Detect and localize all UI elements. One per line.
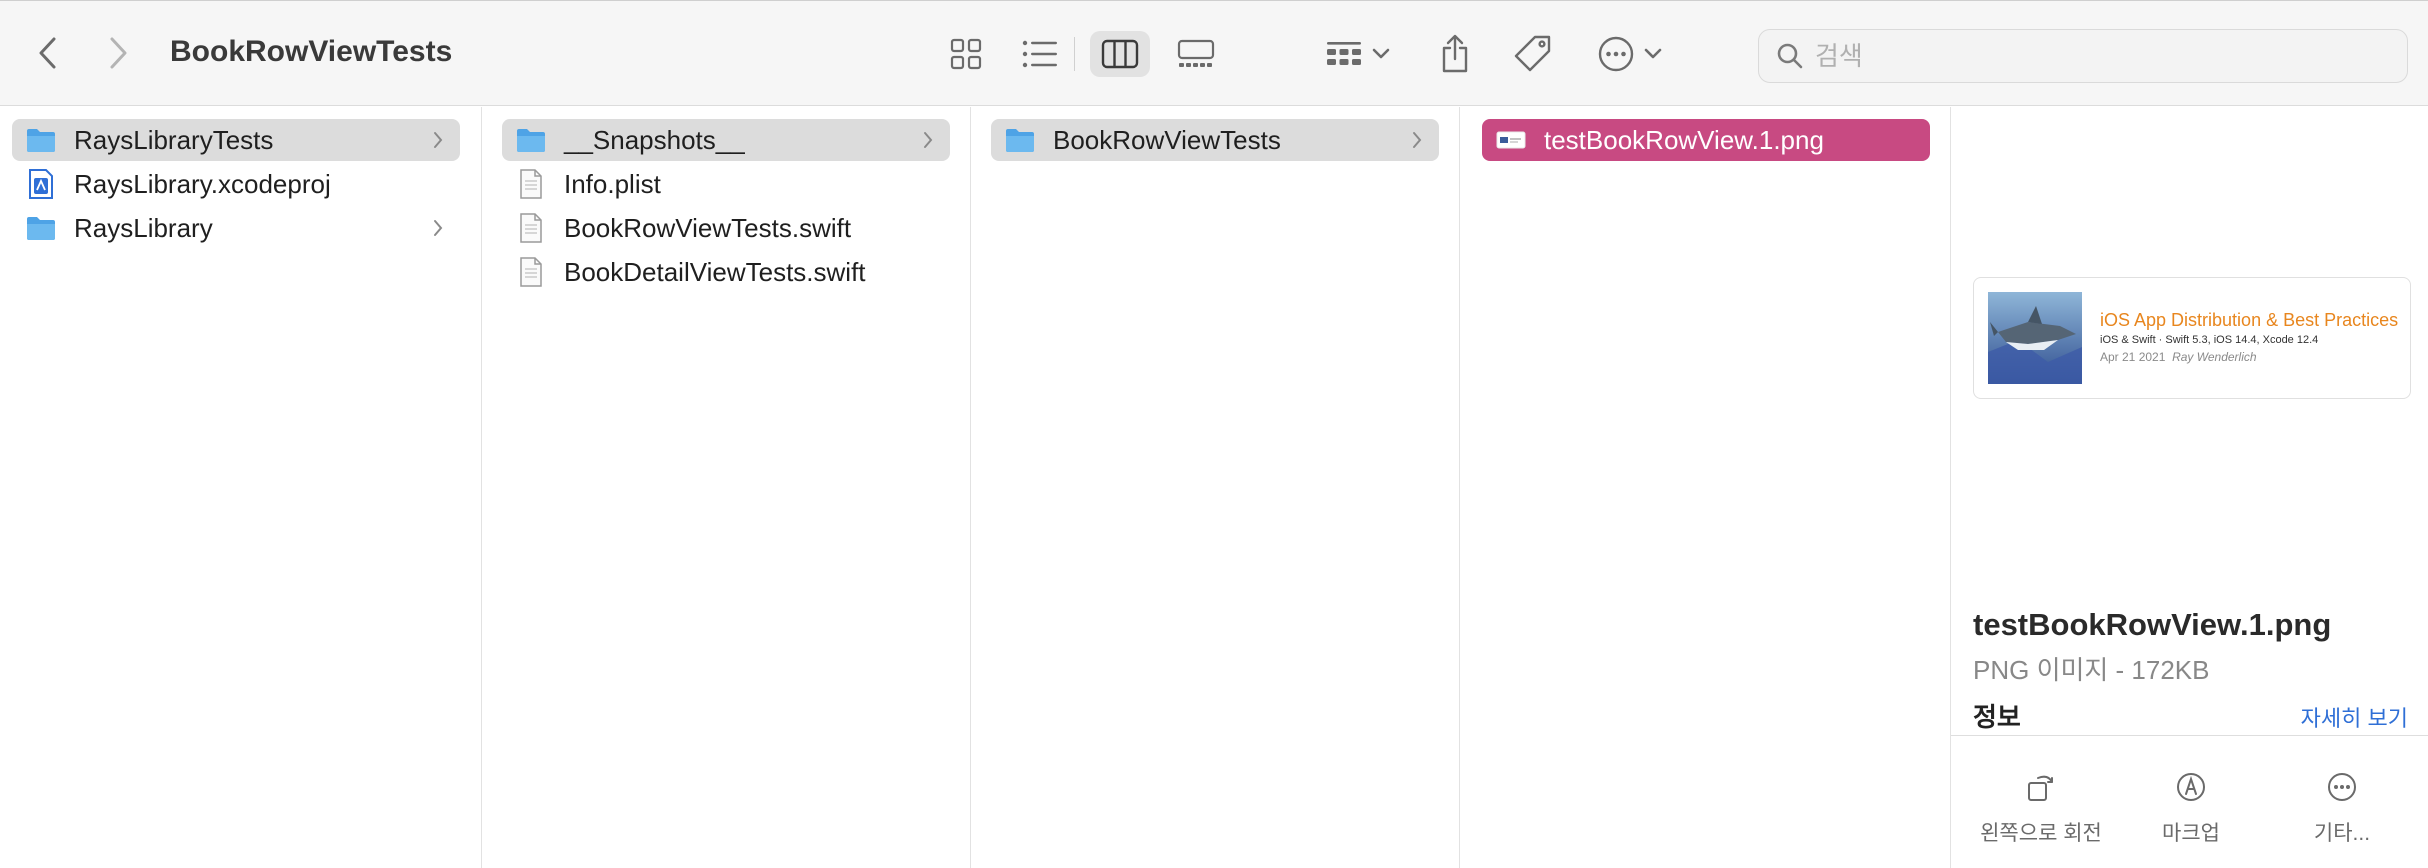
finder-window: BookRowViewTests 검색 RaysLibraryTests Ray… — [0, 0, 2428, 868]
shark-artwork-icon — [1988, 292, 2082, 384]
share-button[interactable] — [1430, 29, 1480, 79]
swift-file-icon — [514, 255, 548, 289]
group-icon — [1327, 42, 1361, 65]
list-item-file[interactable]: RaysLibrary.xcodeproj — [12, 163, 460, 205]
share-icon — [1442, 34, 1468, 73]
back-button[interactable] — [26, 31, 70, 75]
forward-button[interactable] — [96, 31, 140, 75]
column-1: RaysLibraryTests RaysLibrary.xcodeproj R… — [0, 107, 482, 868]
folder-icon — [24, 211, 58, 245]
list-item-file[interactable]: Info.plist — [502, 163, 950, 205]
item-label: RaysLibraryTests — [74, 124, 274, 155]
list-item-file-selected[interactable]: testBookRowView.1.png — [1482, 119, 1930, 161]
list-item-folder[interactable]: RaysLibraryTests — [12, 119, 460, 161]
swift-file-icon — [514, 211, 548, 245]
thumbnail-subtitle: iOS & Swift · Swift 5.3, iOS 14.4, Xcode… — [2100, 334, 2319, 346]
ellipsis-circle-icon — [2267, 767, 2417, 807]
folder-icon — [514, 123, 548, 157]
list-item-file[interactable]: BookDetailViewTests.swift — [502, 251, 950, 293]
list-view-button[interactable] — [1010, 31, 1070, 77]
more-actions-button[interactable] — [1590, 31, 1670, 77]
chevron-left-icon — [39, 37, 56, 69]
chevron-down-icon — [1372, 48, 1390, 59]
item-label: BookRowViewTests.swift — [564, 212, 852, 243]
chevron-right-icon — [1407, 127, 1427, 153]
tag-icon — [1514, 35, 1551, 72]
item-label: Info.plist — [564, 168, 661, 199]
column-view-button[interactable] — [1090, 31, 1150, 77]
action-label: 기타... — [2313, 822, 2371, 845]
markup-icon — [2116, 767, 2266, 807]
column-4: testBookRowView.1.png — [1460, 107, 1951, 868]
column-2: __Snapshots__ Info.plist BookRowViewTest… — [482, 107, 971, 868]
plist-file-icon — [514, 167, 548, 201]
thumbnail-author: Ray Wenderlich — [2172, 350, 2257, 364]
item-label: BookRowViewTests — [1053, 124, 1281, 155]
thumbnail-meta: Apr 21 2021 Ray Wenderlich — [2100, 350, 2257, 364]
list-icon — [1022, 40, 1057, 68]
search-field[interactable] — [1758, 29, 2408, 83]
list-item-folder[interactable]: BookRowViewTests — [991, 119, 1439, 161]
image-thumbnail[interactable]: iOS App Distribution & Best Practices iO… — [1973, 277, 2411, 399]
icon-view-button[interactable] — [936, 31, 996, 77]
grid-icon — [950, 38, 982, 70]
rotate-left-button[interactable]: 왼쪽으로 회전 — [1966, 767, 2116, 847]
info-heading: 정보 — [1973, 702, 2021, 732]
item-label: testBookRowView.1.png — [1544, 124, 1824, 155]
chevron-right-icon — [428, 215, 448, 241]
chevron-down-icon — [1644, 48, 1662, 59]
item-label: BookDetailViewTests.swift — [564, 256, 866, 287]
gallery-view-button[interactable] — [1166, 31, 1226, 77]
chevron-right-icon — [918, 127, 938, 153]
toolbar: BookRowViewTests — [0, 0, 2428, 106]
action-label: 마크업 — [2162, 822, 2220, 845]
search-icon — [1773, 39, 1807, 73]
divider — [1951, 735, 2428, 736]
chevron-right-icon — [110, 37, 127, 69]
item-label: RaysLibrary — [74, 212, 213, 243]
folder-icon — [24, 123, 58, 157]
preview-filename: testBookRowView.1.png — [1973, 607, 2332, 642]
toolbar-divider — [1074, 37, 1075, 71]
column-3: BookRowViewTests — [971, 107, 1460, 868]
thumbnail-date: Apr 21 2021 — [2100, 350, 2166, 364]
folder-icon — [1003, 123, 1037, 157]
markup-button[interactable]: 마크업 — [2116, 767, 2266, 847]
ellipsis-circle-icon — [1598, 36, 1634, 72]
more-button[interactable]: 기타... — [2267, 767, 2417, 847]
list-item-folder[interactable]: RaysLibrary — [12, 207, 460, 249]
item-label: RaysLibrary.xcodeproj — [74, 168, 331, 199]
list-item-file[interactable]: BookRowViewTests.swift — [502, 207, 950, 249]
list-item-folder[interactable]: __Snapshots__ — [502, 119, 950, 161]
search-input[interactable] — [1815, 40, 2375, 72]
chevron-right-icon — [428, 127, 448, 153]
show-more-link[interactable]: 자세히 보기 — [2301, 701, 2408, 733]
group-button[interactable] — [1318, 31, 1398, 77]
thumbnail-title: iOS App Distribution & Best Practices — [2100, 310, 2399, 330]
preview-kind: PNG 이미지 - 172KB — [1973, 655, 2210, 685]
png-file-icon — [1494, 123, 1528, 157]
window-title: BookRowViewTests — [170, 35, 453, 68]
columns-icon — [1101, 39, 1139, 69]
rotate-left-icon — [1966, 767, 2116, 807]
tag-button[interactable] — [1508, 29, 1558, 79]
xcodeproj-icon — [24, 167, 58, 201]
gallery-icon — [1177, 39, 1215, 67]
action-label: 왼쪽으로 회전 — [1980, 822, 2102, 845]
item-label: __Snapshots__ — [564, 124, 745, 155]
preview-pane: iOS App Distribution & Best Practices iO… — [1951, 107, 2428, 868]
